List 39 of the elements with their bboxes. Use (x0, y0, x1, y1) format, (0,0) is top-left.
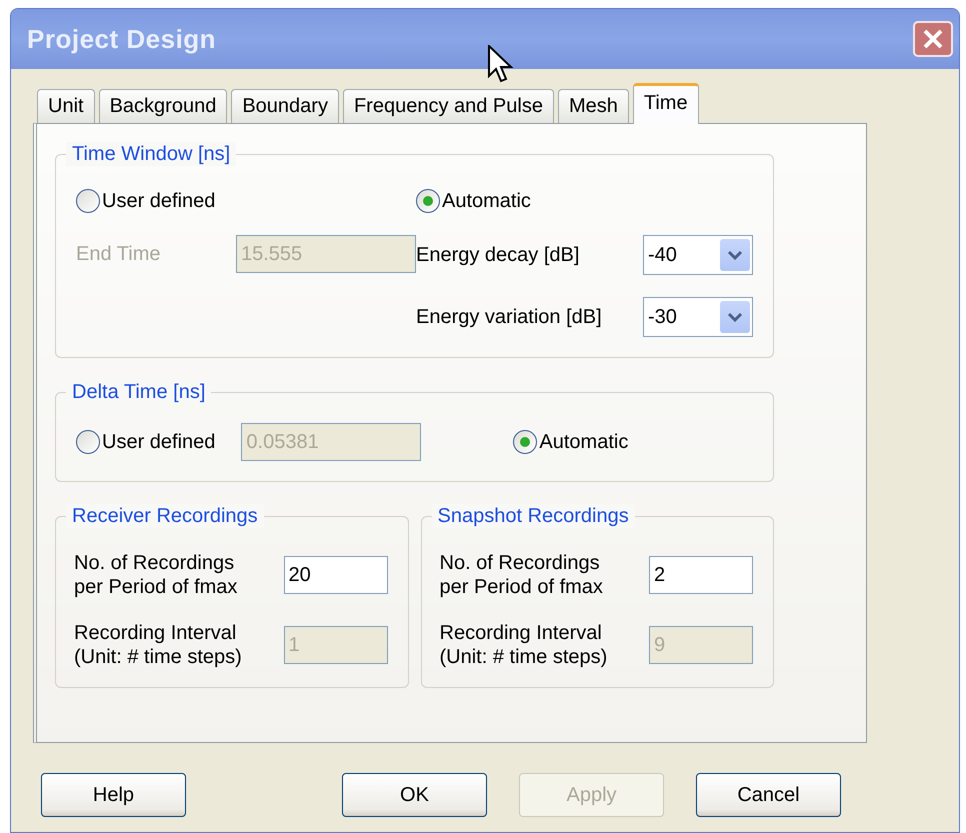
close-icon (922, 28, 944, 50)
input-field[interactable]: 20 (284, 556, 388, 594)
dropdown-value: -40 (648, 244, 677, 266)
tab[interactable]: Frequency and Pulse (342, 89, 554, 123)
field-label: Recording Interval (Unit: # time steps) (440, 621, 608, 669)
radio-label: User defined (102, 430, 216, 454)
dropdown-label: Energy variation [dB] (416, 305, 602, 329)
help-button[interactable]: Help (41, 773, 186, 817)
tab[interactable]: Background (98, 89, 228, 123)
chevron-down-icon (727, 250, 743, 260)
tab[interactable]: Boundary (231, 89, 339, 123)
group-title: Snapshot Recordings (432, 504, 635, 528)
radio-button[interactable] (513, 430, 538, 454)
radio-label: Automatic (539, 430, 628, 454)
tab[interactable]: Unit (37, 89, 95, 123)
radio-label: Automatic (442, 189, 531, 213)
tab[interactable]: Time (632, 83, 699, 124)
close-button[interactable] (913, 21, 953, 57)
field-label: No. of Recordings per Period of fmax (74, 551, 238, 599)
window-title: Project Design (27, 24, 216, 54)
radio-button[interactable] (76, 430, 100, 454)
cursor-icon (488, 45, 514, 83)
group-title: Receiver Recordings (66, 504, 264, 528)
tab[interactable]: Mesh (558, 89, 629, 123)
chevron-down-icon (727, 312, 743, 322)
field-label: No. of Recordings per Period of fmax (440, 551, 603, 599)
field-label: Recording Interval (Unit: # time steps) (74, 621, 242, 669)
input-field[interactable]: 2 (649, 556, 753, 594)
dropdown-label: Energy decay [dB] (416, 243, 580, 267)
field-label: End Time (76, 242, 160, 266)
group-title: Time Window [ns] (66, 142, 236, 166)
radio-button[interactable] (416, 189, 440, 213)
dropdown[interactable]: -40 (643, 235, 753, 275)
radio-button[interactable] (76, 189, 100, 213)
dropdown-value: -30 (648, 306, 677, 328)
dropdown[interactable]: -30 (643, 297, 753, 337)
dialog-button[interactable]: OK (342, 773, 487, 817)
dialog-button[interactable]: Cancel (696, 773, 841, 817)
radio-label: User defined (102, 189, 216, 213)
